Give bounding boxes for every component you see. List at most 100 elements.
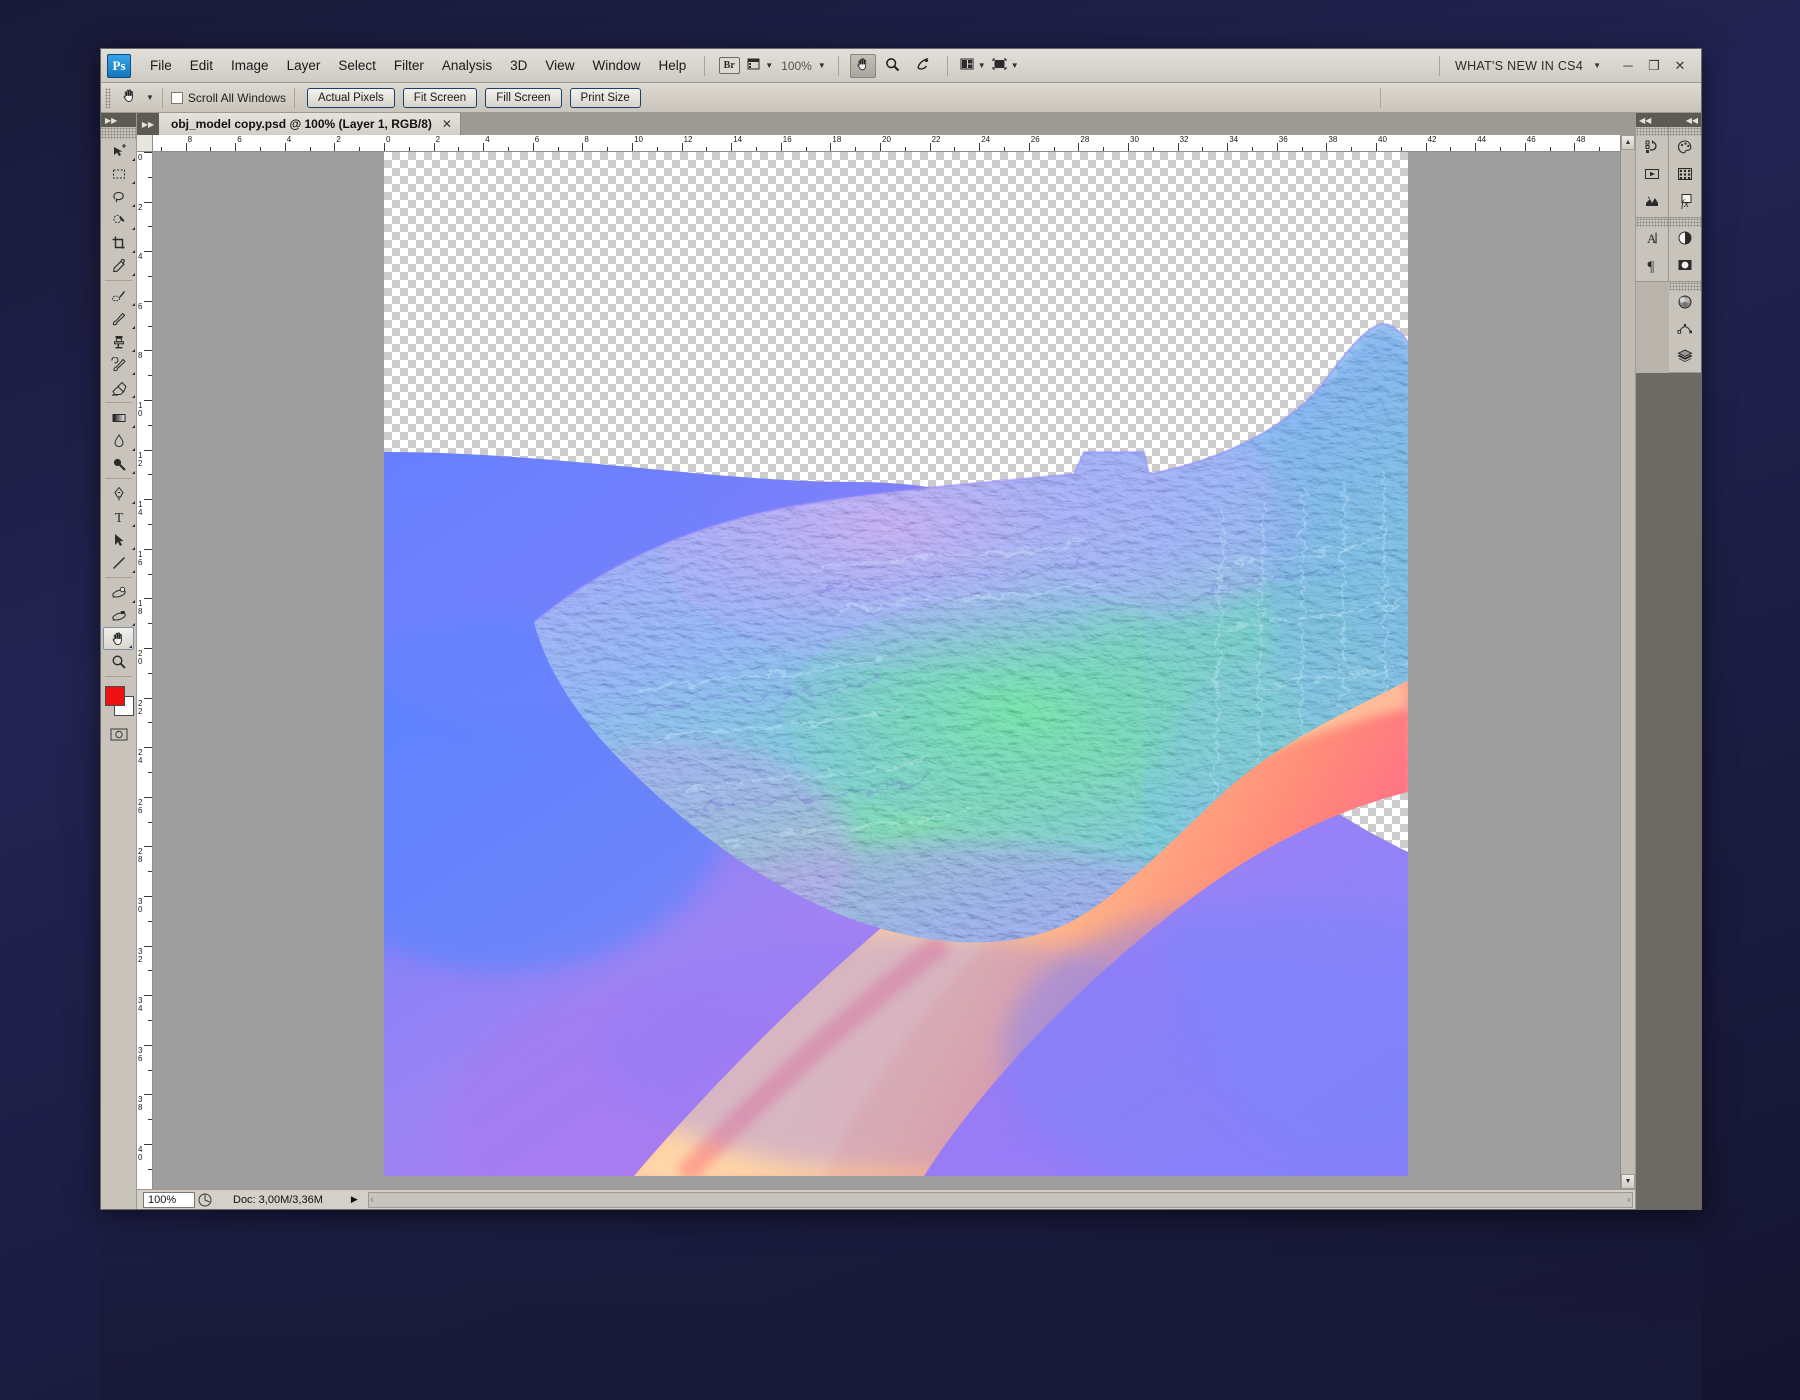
panel-3d[interactable] (1669, 291, 1701, 318)
tool-flyout-indicator[interactable] (132, 501, 135, 504)
scroll-all-windows-option[interactable]: Scroll All Windows (171, 91, 286, 105)
toolbox-grip[interactable] (101, 127, 136, 139)
hand-tool[interactable] (103, 627, 134, 650)
expand-panel-icon[interactable]: ◀◀ (1686, 116, 1698, 125)
canvas-area[interactable] (153, 152, 1620, 1189)
bridge-button[interactable]: Br (716, 54, 742, 78)
eyedropper-tool[interactable] (101, 254, 136, 277)
lasso-tool[interactable] (101, 185, 136, 208)
panel-paragraph[interactable]: ¶ (1636, 254, 1668, 281)
view-extras-button[interactable]: ▼ (746, 54, 774, 78)
collapse-panel-icon[interactable]: ◀◀ (1639, 116, 1651, 125)
scroll-left-button[interactable]: ‹ (371, 1195, 374, 1204)
rotate-view-tool-button[interactable] (910, 54, 936, 78)
move-tool[interactable] (101, 139, 136, 162)
panel-animation[interactable] (1636, 190, 1668, 217)
gradient-tool[interactable] (101, 406, 136, 429)
menu-image[interactable]: Image (222, 54, 278, 77)
dock-column-grip[interactable] (1636, 218, 1668, 227)
panel-adjustments[interactable] (1669, 227, 1701, 254)
horizontal-type-tool[interactable]: T (101, 505, 136, 528)
tool-flyout-indicator[interactable] (132, 303, 135, 306)
tool-preset-chevron-down-icon[interactable]: ▼ (146, 93, 154, 102)
path-selection-tool[interactable] (101, 528, 136, 551)
brush-tool[interactable] (101, 307, 136, 330)
dock-column-grip[interactable] (1669, 218, 1701, 227)
tool-flyout-indicator[interactable] (132, 425, 135, 428)
document-thumbnail-icon[interactable] (195, 1193, 215, 1207)
tool-flyout-indicator[interactable] (132, 448, 135, 451)
panel-character[interactable]: A (1636, 227, 1668, 254)
tool-flyout-indicator[interactable] (132, 227, 135, 230)
close-icon[interactable]: ✕ (442, 117, 452, 131)
menu-view[interactable]: View (536, 54, 583, 77)
toolbox-collapse-button[interactable]: ▶▶ (101, 113, 136, 127)
menu-select[interactable]: Select (329, 54, 385, 77)
dock-column-grip[interactable] (1669, 127, 1701, 136)
horizontal-ruler[interactable]: 1086420246810121416182022242628303234363… (153, 135, 1620, 152)
history-brush-tool[interactable] (101, 353, 136, 376)
panel-paths[interactable] (1669, 318, 1701, 345)
menu-layer[interactable]: Layer (278, 54, 330, 77)
vertical-scroll-track[interactable] (1621, 150, 1635, 1174)
actual-pixels-button[interactable]: Actual Pixels (307, 88, 395, 108)
foreground-color-swatch[interactable] (105, 686, 125, 706)
dock-column-grip[interactable] (1636, 127, 1668, 136)
blur-tool[interactable] (101, 429, 136, 452)
panel-color[interactable] (1669, 136, 1701, 163)
vertical-ruler[interactable]: 0246810121416182022242628303234363840424… (137, 152, 153, 1189)
tool-flyout-indicator[interactable] (132, 547, 135, 550)
quick-mask-button[interactable] (101, 726, 136, 748)
tool-flyout-indicator[interactable] (132, 250, 135, 253)
menu-file[interactable]: File (141, 54, 181, 77)
panel-actions[interactable] (1636, 163, 1668, 190)
tool-flyout-indicator[interactable] (132, 600, 135, 603)
minimize-button[interactable]: ─ (1615, 55, 1641, 77)
zoom-level-display[interactable]: 100% ▼ (778, 54, 827, 78)
tool-flyout-indicator[interactable] (132, 181, 135, 184)
menu-edit[interactable]: Edit (181, 54, 222, 77)
tool-flyout-indicator[interactable] (132, 273, 135, 276)
document-tab[interactable]: obj_model copy.psd @ 100% (Layer 1, RGB/… (159, 113, 461, 135)
restore-button[interactable]: ❐ (1641, 55, 1667, 77)
panel-history[interactable] (1636, 136, 1668, 163)
horizontal-scrollbar[interactable]: ‹ › (368, 1192, 1633, 1208)
tool-flyout-indicator[interactable] (129, 645, 132, 648)
zoom-input[interactable]: 100% (143, 1192, 195, 1208)
crop-tool[interactable] (101, 231, 136, 254)
tool-flyout-indicator[interactable] (132, 471, 135, 474)
options-bar-grip[interactable] (105, 88, 111, 108)
pen-tool[interactable] (101, 482, 136, 505)
tool-flyout-indicator[interactable] (132, 326, 135, 329)
status-expand-button[interactable]: ▶ (351, 1194, 358, 1205)
tool-flyout-indicator[interactable] (132, 204, 135, 207)
vertical-scrollbar[interactable]: ▲ ▼ (1620, 135, 1635, 1189)
scroll-all-windows-checkbox[interactable] (171, 92, 183, 104)
close-button[interactable]: ✕ (1667, 55, 1693, 77)
fill-screen-button[interactable]: Fill Screen (485, 88, 561, 108)
scroll-down-button[interactable]: ▼ (1621, 1174, 1635, 1189)
fit-screen-button[interactable]: Fit Screen (403, 88, 477, 108)
menu-filter[interactable]: Filter (385, 54, 433, 77)
hand-tool-button[interactable] (850, 54, 876, 78)
3d-orbit-tool[interactable] (101, 604, 136, 627)
chevron-down-icon[interactable]: ▼ (1593, 61, 1601, 70)
zoom-tool[interactable] (101, 650, 136, 673)
scroll-up-button[interactable]: ▲ (1621, 135, 1635, 150)
menu-analysis[interactable]: Analysis (433, 54, 501, 77)
line-tool[interactable] (101, 551, 136, 574)
print-size-button[interactable]: Print Size (570, 88, 641, 108)
tool-flyout-indicator[interactable] (132, 570, 135, 573)
menu-3d[interactable]: 3D (501, 54, 536, 77)
rectangular-marquee-tool[interactable] (101, 162, 136, 185)
tool-flyout-indicator[interactable] (132, 395, 135, 398)
panel-layers[interactable] (1669, 345, 1701, 372)
menu-help[interactable]: Help (649, 54, 695, 77)
active-tool-preview[interactable] (116, 86, 142, 110)
tool-flyout-indicator[interactable] (132, 524, 135, 527)
panel-masks[interactable] (1669, 254, 1701, 281)
tabstrip-collapse-button[interactable]: ▶▶ (137, 113, 159, 135)
screen-mode-button[interactable]: ▼ (991, 54, 1020, 78)
panel-styles[interactable]: fx (1669, 190, 1701, 217)
artboard[interactable] (384, 152, 1408, 1176)
